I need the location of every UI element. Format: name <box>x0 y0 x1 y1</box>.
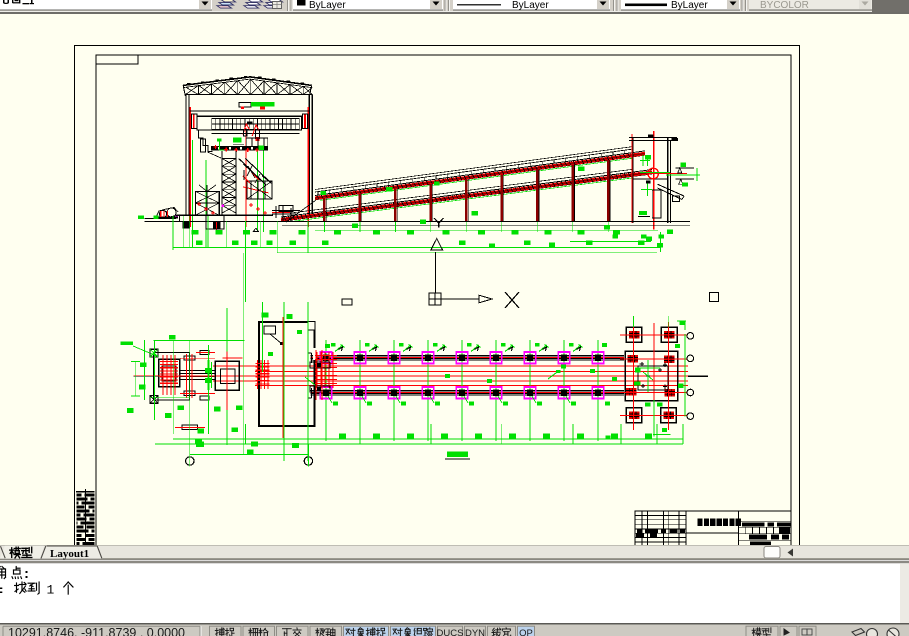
svg-text:10291.8746, -911.8739 , 0.000: 10291.8746, -911.8739 , 0.0000 <box>8 626 185 636</box>
svg-text:DYN: DYN <box>465 628 485 636</box>
svg-text:DUCS: DUCS <box>437 628 464 636</box>
svg-text:ByLayer: ByLayer <box>671 0 708 11</box>
svg-text:ByLayer: ByLayer <box>512 0 549 11</box>
svg-text:1: 1 <box>47 583 55 598</box>
svg-text:Layout1: Layout1 <box>50 548 89 560</box>
svg-text:QP: QP <box>519 628 533 636</box>
svg-text:ByLayer: ByLayer <box>309 0 346 11</box>
svg-text:BYCOLOR: BYCOLOR <box>760 0 809 11</box>
